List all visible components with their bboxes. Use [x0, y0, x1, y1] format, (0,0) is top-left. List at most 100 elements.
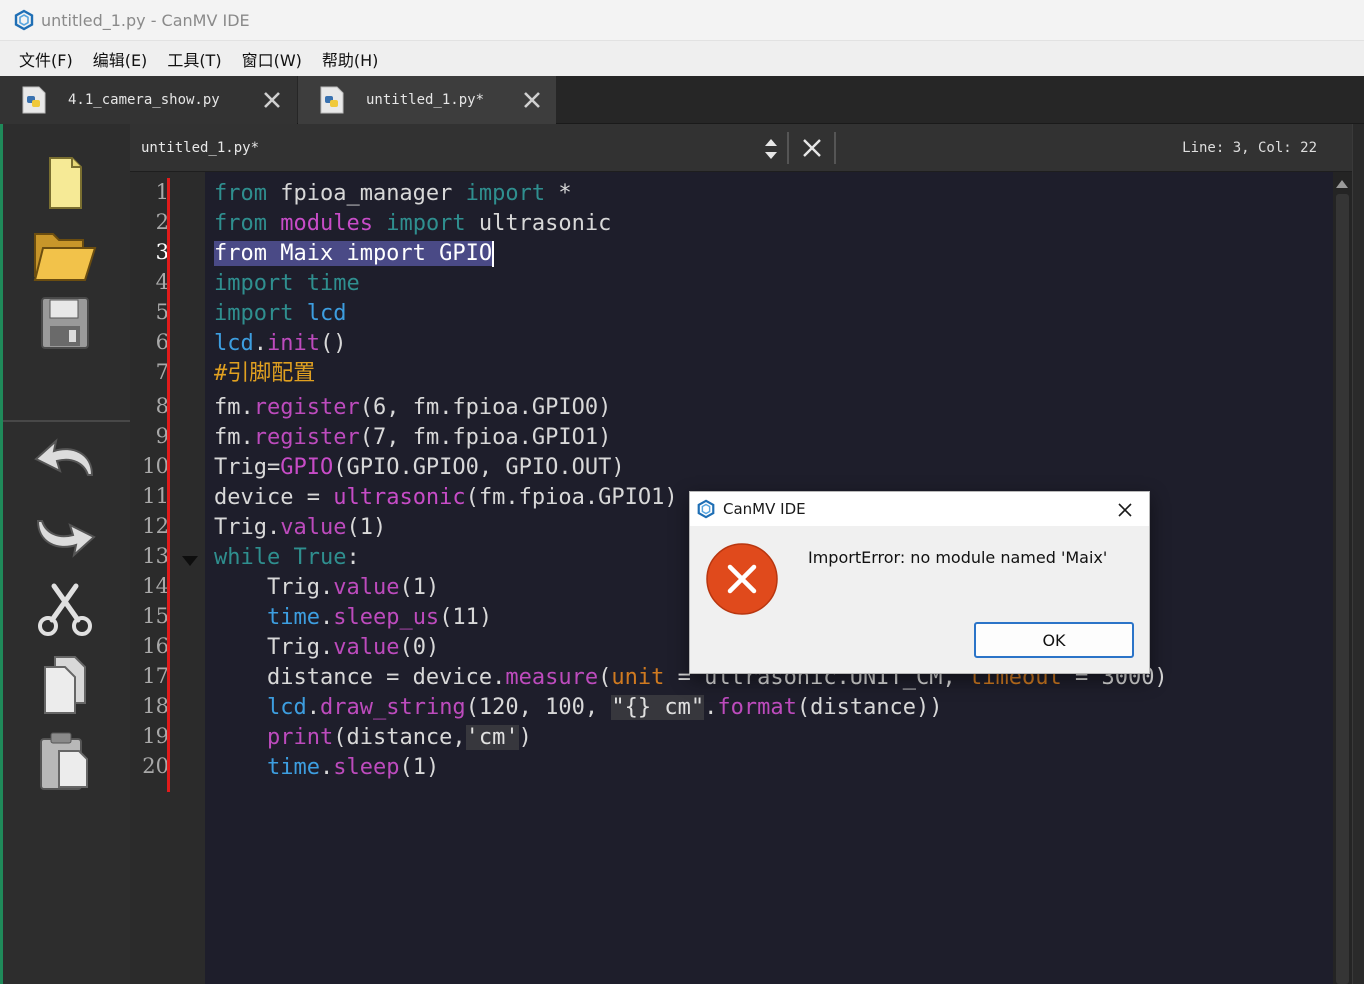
code-token: sleep [333, 755, 400, 780]
code-line-18: lcd.draw_string(120, 100, "{} cm".format… [214, 693, 943, 723]
close-icon[interactable] [520, 88, 544, 112]
menu-window[interactable]: 窗口(W) [232, 47, 312, 71]
code-token: True [293, 545, 347, 570]
line-number: 17 [142, 664, 169, 688]
code-token: Trig. [214, 635, 334, 660]
code-token: time [306, 271, 360, 296]
code-token: import [465, 181, 546, 206]
code-token: register [253, 425, 360, 450]
code-token: fm. [214, 425, 254, 450]
code-token: unit [611, 665, 665, 690]
modified-lines-marker [167, 178, 170, 792]
copy-button[interactable] [27, 650, 103, 720]
fold-arrow-icon[interactable] [182, 556, 198, 566]
dialog-title: CanMV IDE [723, 500, 806, 518]
vertical-scrollbar[interactable] [1333, 172, 1352, 984]
code-token: (6, fm.fpioa.GPIO0) [359, 395, 612, 420]
window-title: untitled_1.py - CanMV IDE [41, 10, 250, 30]
title-bar: untitled_1.py - CanMV IDE [0, 0, 1364, 40]
code-token: value [280, 515, 347, 540]
code-token: (0) [399, 635, 440, 660]
code-line-5: import lcd [214, 299, 346, 329]
scroll-up-arrow-icon[interactable] [1336, 180, 1348, 188]
cut-button[interactable] [27, 574, 103, 644]
menu-edit[interactable]: 编辑(E) [83, 47, 158, 71]
code-token: draw_string [319, 695, 466, 720]
menu-file[interactable]: 文件(F) [0, 47, 83, 71]
copy-icon [44, 656, 86, 714]
menu-help[interactable]: 帮助(H) [312, 47, 389, 71]
cursor-position: Line: 3, Col: 22 [1182, 140, 1317, 156]
left-toolbar [3, 124, 130, 984]
menu-tools[interactable]: 工具(T) [157, 47, 231, 71]
code-token: register [253, 395, 360, 420]
right-panel-strip [1352, 124, 1364, 984]
line-number: 16 [142, 634, 169, 658]
code-token: GPIO [280, 455, 334, 480]
code-token: init [267, 331, 320, 356]
code-line-2: from modules import ultrasonic [214, 209, 611, 239]
line-number: 18 [142, 694, 169, 718]
code-token: ultrasonic [465, 211, 612, 236]
line-number: 6 [155, 330, 169, 354]
undo-button[interactable] [27, 426, 103, 496]
code-token: time [266, 755, 320, 780]
code-token: Trig= [214, 455, 281, 480]
code-comment: #引脚配置 [214, 361, 316, 386]
code-line-12: Trig.value(1) [214, 513, 386, 543]
up-down-arrows-icon[interactable] [762, 136, 780, 162]
code-token: import [214, 301, 294, 326]
code-token: (GPIO.GPIO0, GPIO.OUT) [333, 455, 625, 480]
close-icon[interactable] [1114, 499, 1136, 521]
tab-untitled[interactable]: untitled_1.py* [298, 76, 556, 124]
code-line-13: while True: [214, 543, 360, 573]
code-token: . [319, 605, 334, 630]
code-token: distance = device. [214, 665, 506, 690]
code-token: import [386, 211, 466, 236]
ok-button[interactable]: OK [974, 622, 1134, 658]
code-token: (1) [346, 515, 387, 540]
code-token: sleep_us [333, 605, 440, 630]
header-separator [834, 132, 836, 164]
open-file-button[interactable] [27, 218, 103, 288]
new-file-button[interactable] [27, 148, 103, 218]
code-token: lcd [266, 695, 307, 720]
save-button[interactable] [27, 288, 103, 358]
code-string: 'cm' [465, 725, 519, 750]
text-cursor [492, 241, 495, 267]
code-line-16: Trig.value(0) [214, 633, 439, 663]
document-selector[interactable]: untitled_1.py* [141, 140, 259, 156]
code-line-4: import time [214, 269, 360, 299]
tab-camera-show[interactable]: 4.1_camera_show.py [0, 76, 297, 124]
line-number: 20 [142, 754, 169, 778]
line-number: 10 [142, 454, 169, 478]
save-icon [41, 297, 89, 349]
code-token: Trig. [214, 515, 281, 540]
code-token: . [253, 331, 267, 356]
error-icon [706, 543, 778, 615]
close-icon[interactable] [260, 88, 284, 112]
undo-icon [34, 438, 94, 476]
open-folder-icon [33, 233, 97, 281]
editor-header: untitled_1.py* Line: 3, Col: 22 [130, 124, 1352, 172]
code-token: import [214, 271, 294, 296]
code-line-15: time.sleep_us(11) [214, 603, 492, 633]
paste-icon [40, 732, 88, 790]
line-number: 1 [155, 180, 169, 204]
paste-button[interactable] [27, 726, 103, 796]
code-token: modules [280, 211, 373, 236]
scrollbar-thumb[interactable] [1336, 194, 1349, 984]
code-line-6: lcd.init() [214, 329, 346, 359]
line-number: 2 [155, 210, 169, 234]
line-number: 4 [155, 270, 169, 294]
code-token: : [346, 545, 360, 570]
close-icon[interactable] [800, 136, 824, 160]
python-file-icon [22, 86, 46, 114]
redo-button[interactable] [27, 500, 103, 570]
